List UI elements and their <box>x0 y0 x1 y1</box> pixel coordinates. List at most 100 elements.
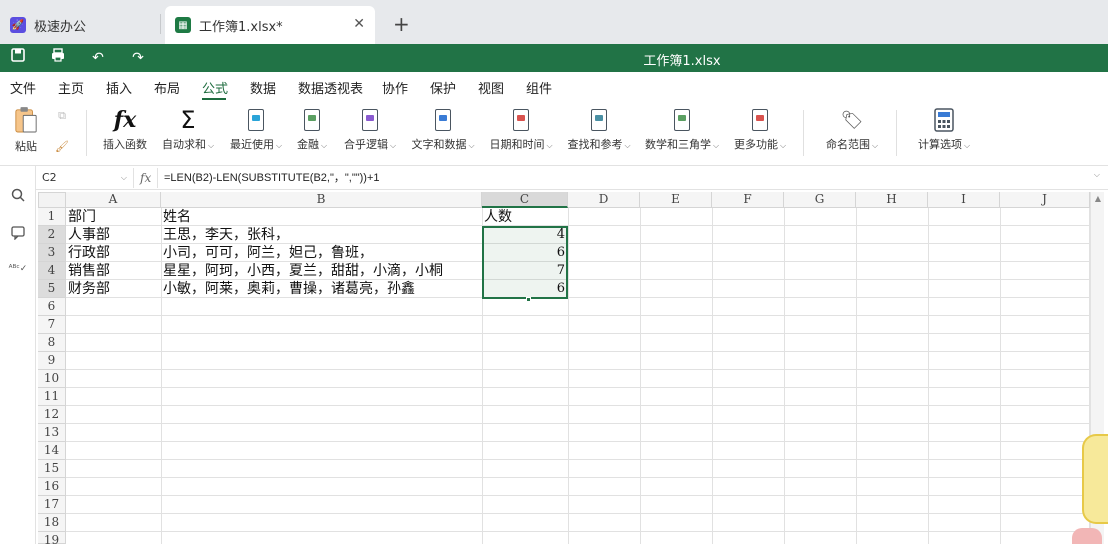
column-header-e[interactable]: E <box>640 192 712 208</box>
gridline <box>66 387 1090 388</box>
text-data-label: 文字和数据 <box>411 138 467 151</box>
expand-formula-icon[interactable]: ⌵ <box>1094 170 1100 180</box>
menu-insert[interactable]: 插入 <box>106 78 132 97</box>
cell-c4[interactable]: 7 <box>482 262 568 280</box>
row-header[interactable]: 9 <box>38 352 66 370</box>
chevron-down-icon: ⌵ <box>275 141 283 150</box>
paste-button[interactable]: 粘贴 <box>10 107 42 154</box>
row-header[interactable]: 10 <box>38 370 66 388</box>
function-icon[interactable]: fx <box>140 168 158 188</box>
cell-b4[interactable]: 星星，阿珂，小西，夏兰，甜甜，小滴，小桐 <box>161 262 482 280</box>
cell-c3[interactable]: 6 <box>482 244 568 262</box>
assistant-icon[interactable] <box>1072 528 1102 544</box>
row-header[interactable]: 12 <box>38 406 66 424</box>
row-header[interactable]: 15 <box>38 460 66 478</box>
insert-function-button[interactable]: fx 插入函数 <box>100 107 150 152</box>
left-sidebar: ᴬᴮᶜ✓ <box>0 166 36 544</box>
format-painter-button[interactable]: 🖌 <box>52 138 72 158</box>
cell-a1[interactable]: 部门 <box>66 208 161 226</box>
cell-b3[interactable]: 小司，可可，阿兰，妲己，鲁班， <box>161 244 482 262</box>
row-header[interactable]: 3 <box>38 244 66 262</box>
row-header[interactable]: 2 <box>38 226 66 244</box>
logical-button[interactable]: 合乎逻辑 ⌵ <box>340 108 400 152</box>
comment-icon[interactable] <box>8 226 28 246</box>
tab-workbook[interactable]: ▦ 工作簿1.xlsx* ✕ <box>165 6 375 44</box>
column-header-i[interactable]: I <box>928 192 1000 208</box>
math-trig-button[interactable]: 数学和三角学 ⌵ <box>642 108 722 152</box>
cell-c2[interactable]: 4 <box>482 226 568 244</box>
financial-button[interactable]: 金融 ⌵ <box>294 108 330 152</box>
row-header[interactable]: 14 <box>38 442 66 460</box>
chevron-down-icon: ⌵ <box>207 141 215 150</box>
autosum-button[interactable]: Σ 自动求和 ⌵ <box>160 106 216 152</box>
row-header[interactable]: 5 <box>38 280 66 298</box>
row-header[interactable]: 7 <box>38 316 66 334</box>
chevron-down-icon[interactable]: ⌵ <box>121 168 127 188</box>
column-header-g[interactable]: G <box>784 192 856 208</box>
menu-home[interactable]: 主页 <box>58 78 84 97</box>
menu-pivot-table[interactable]: 数据透视表 <box>298 78 363 97</box>
more-functions-button[interactable]: 更多功能 ⌵ <box>730 108 790 152</box>
tab-label: 工作簿1.xlsx* <box>199 19 283 35</box>
cell-a5[interactable]: 财务部 <box>66 280 161 298</box>
name-box[interactable]: C2 ⌵ <box>38 168 134 188</box>
column-header-c[interactable]: C <box>482 192 568 208</box>
column-header-b[interactable]: B <box>161 192 482 208</box>
cell-c1[interactable]: 人数 <box>482 208 568 226</box>
cell-reference: C2 <box>42 171 57 184</box>
row-header[interactable]: 19 <box>38 532 66 544</box>
menu-data[interactable]: 数据 <box>250 78 276 97</box>
spellcheck-icon[interactable]: ᴬᴮᶜ✓ <box>8 264 28 284</box>
menu-file[interactable]: 文件 <box>10 78 36 97</box>
cell-c5[interactable]: 6 <box>482 280 568 298</box>
formula-input[interactable]: =LEN(B2)-LEN(SUBSTITUTE(B2,"，",""))+1 <box>164 168 380 188</box>
close-tab-icon[interactable]: ✕ <box>353 16 365 32</box>
lookup-button[interactable]: 查找和参考 ⌵ <box>564 108 634 152</box>
cell-a2[interactable]: 人事部 <box>66 226 161 244</box>
cell-b2[interactable]: 王思，李天，张科， <box>161 226 482 244</box>
text-data-button[interactable]: 文字和数据 ⌵ <box>408 108 478 152</box>
search-icon[interactable] <box>8 188 28 208</box>
new-tab-button[interactable]: + <box>393 12 410 36</box>
row-header[interactable]: 16 <box>38 478 66 496</box>
column-header-h[interactable]: H <box>856 192 928 208</box>
chevron-down-icon: ⌵ <box>389 141 397 150</box>
calc-options-button[interactable]: 计算选项 ⌵ <box>914 108 974 152</box>
row-header[interactable]: 17 <box>38 496 66 514</box>
row-header[interactable]: 4 <box>38 262 66 280</box>
date-time-button[interactable]: 日期和时间 ⌵ <box>486 108 556 152</box>
cell-b1[interactable]: 姓名 <box>161 208 482 226</box>
fill-handle[interactable] <box>526 297 531 302</box>
menu-view[interactable]: 视图 <box>478 78 504 97</box>
named-range-button[interactable]: 🏷 命名范围 ⌵ <box>822 108 882 152</box>
cell-area[interactable]: 部门 姓名 人数 人事部 王思，李天，张科， 4 行政部 小司，可可，阿兰，妲己… <box>66 208 1090 544</box>
row-header[interactable]: 13 <box>38 424 66 442</box>
mascot-character[interactable] <box>1082 434 1108 524</box>
recent-button[interactable]: 最近使用 ⌵ <box>226 108 286 152</box>
cell-a4[interactable]: 销售部 <box>66 262 161 280</box>
question-book-icon <box>358 108 382 132</box>
select-all-corner[interactable] <box>38 192 66 208</box>
menu-protect[interactable]: 保护 <box>430 78 456 97</box>
menu-formula[interactable]: 公式 <box>202 78 228 97</box>
row-header[interactable]: 18 <box>38 514 66 532</box>
row-header[interactable]: 6 <box>38 298 66 316</box>
row-header[interactable]: 1 <box>38 208 66 226</box>
clock-book-icon <box>509 108 533 132</box>
menu-layout[interactable]: 布局 <box>154 78 180 97</box>
tab-home[interactable]: 🚀 极速办公 <box>0 6 160 44</box>
row-header[interactable]: 8 <box>38 334 66 352</box>
column-header-d[interactable]: D <box>568 192 640 208</box>
cell-a3[interactable]: 行政部 <box>66 244 161 262</box>
menu-components[interactable]: 组件 <box>526 78 552 97</box>
scroll-up-icon[interactable]: ▲ <box>1091 194 1105 203</box>
finance-book-icon <box>300 108 324 132</box>
copy-button[interactable]: ⧉ <box>52 108 72 128</box>
row-header[interactable]: 11 <box>38 388 66 406</box>
cell-b5[interactable]: 小敏，阿莱，奥莉，曹操，诸葛亮，孙鑫 <box>161 280 482 298</box>
ribbon: 粘贴 ⧉ 🖌 fx 插入函数 Σ 自动求和 ⌵ 最近使用 ⌵ 金融 ⌵ 合乎逻辑 ⌵ 文… <box>0 102 1108 166</box>
column-header-a[interactable]: A <box>66 192 161 208</box>
column-header-f[interactable]: F <box>712 192 784 208</box>
menu-collaborate[interactable]: 协作 <box>382 78 408 97</box>
column-header-j[interactable]: J <box>1000 192 1090 208</box>
